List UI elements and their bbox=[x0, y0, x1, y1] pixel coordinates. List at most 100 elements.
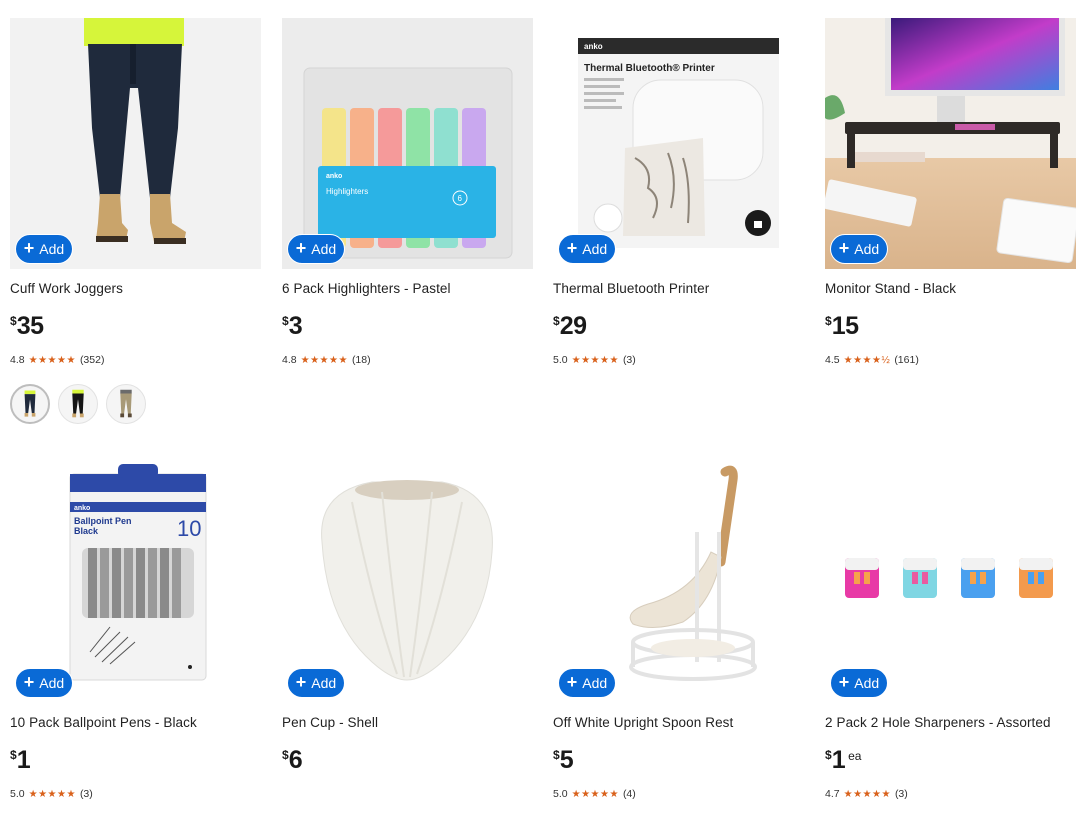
product-card[interactable]: anko Ballpoint Pen Black 10 + Add 10 Pac… bbox=[10, 452, 261, 800]
product-title[interactable]: Thermal Bluetooth Printer bbox=[553, 281, 709, 296]
swatch-black[interactable] bbox=[58, 384, 98, 424]
plus-icon: + bbox=[295, 672, 307, 692]
add-to-cart-button[interactable]: + Add bbox=[287, 668, 345, 698]
pen-cup-shell-image bbox=[282, 452, 533, 703]
product-image[interactable]: + Add bbox=[825, 18, 1076, 269]
plus-icon: + bbox=[23, 238, 35, 258]
price-amount: 1 bbox=[16, 746, 31, 774]
product-title[interactable]: Monitor Stand - Black bbox=[825, 281, 956, 296]
swatch-khaki[interactable] bbox=[106, 384, 146, 424]
review-count: (4) bbox=[622, 788, 636, 800]
package-label-2: Black bbox=[74, 526, 99, 536]
add-to-cart-button[interactable]: + Add bbox=[15, 234, 73, 264]
product-rating[interactable]: 4.8 ★★★★★ (18) bbox=[282, 354, 371, 366]
package-label-1: Ballpoint Pen bbox=[74, 516, 132, 526]
product-card[interactable]: + Add Cuff Work Joggers $ 35 4.8 ★★★★★ (… bbox=[10, 18, 261, 424]
product-rating[interactable]: 5.0 ★★★★★ (3) bbox=[553, 354, 636, 366]
product-price: $ 15 bbox=[825, 312, 859, 341]
plus-icon: + bbox=[566, 672, 578, 692]
product-image[interactable]: anko Highlighters 6 + Add bbox=[282, 18, 533, 269]
joggers-image bbox=[10, 18, 261, 269]
add-button-label: Add bbox=[854, 241, 880, 257]
currency-symbol: $ bbox=[10, 314, 17, 328]
add-button-label: Add bbox=[582, 241, 608, 257]
product-rating[interactable]: 4.5 ★★★★½ (161) bbox=[825, 354, 919, 366]
star-rating-icon: ★★★★½ bbox=[843, 354, 891, 366]
package-brand: anko bbox=[74, 505, 90, 512]
review-count: (161) bbox=[894, 354, 919, 366]
product-title[interactable]: Off White Upright Spoon Rest bbox=[553, 715, 733, 730]
swatch-navy[interactable] bbox=[10, 384, 50, 424]
star-rating-icon: ★★★★★ bbox=[571, 788, 619, 800]
product-rating[interactable]: 5.0 ★★★★★ (3) bbox=[10, 788, 93, 800]
rating-value: 4.5 bbox=[825, 354, 840, 366]
rating-value: 5.0 bbox=[10, 788, 25, 800]
product-title[interactable]: 6 Pack Highlighters - Pastel bbox=[282, 281, 451, 296]
product-card[interactable]: + Add Monitor Stand - Black $ 15 4.5 ★★★… bbox=[825, 18, 1076, 366]
product-image[interactable]: anko Ballpoint Pen Black 10 + Add bbox=[10, 452, 261, 703]
product-title[interactable]: Pen Cup - Shell bbox=[282, 715, 378, 730]
price-unit: ea bbox=[848, 749, 862, 763]
product-image[interactable]: + Add bbox=[553, 452, 804, 703]
product-image[interactable]: anko Thermal Bluetooth® Printer + Add bbox=[553, 18, 804, 269]
joggers-navy-thumb bbox=[24, 390, 36, 417]
package-count: 6 bbox=[458, 194, 463, 203]
review-count: (3) bbox=[622, 354, 636, 366]
rating-value: 4.8 bbox=[282, 354, 297, 366]
product-rating[interactable]: 5.0 ★★★★★ (4) bbox=[553, 788, 636, 800]
review-count: (18) bbox=[351, 354, 371, 366]
star-rating-icon: ★★★★★ bbox=[571, 354, 619, 366]
product-title[interactable]: 2 Pack 2 Hole Sharpeners - Assorted bbox=[825, 715, 1051, 730]
product-price: $ 35 bbox=[10, 312, 44, 341]
currency-symbol: $ bbox=[553, 748, 560, 762]
product-title[interactable]: 10 Pack Ballpoint Pens - Black bbox=[10, 715, 197, 730]
price-amount: 29 bbox=[559, 312, 587, 340]
plus-icon: + bbox=[566, 238, 578, 258]
product-image[interactable]: + Add bbox=[825, 452, 1076, 703]
product-rating[interactable]: 4.7 ★★★★★ (3) bbox=[825, 788, 908, 800]
add-button-label: Add bbox=[311, 675, 337, 691]
star-rating-icon: ★★★★★ bbox=[300, 354, 348, 366]
currency-symbol: $ bbox=[10, 748, 17, 762]
add-to-cart-button[interactable]: + Add bbox=[287, 234, 345, 264]
product-rating[interactable]: 4.8 ★★★★★ (352) bbox=[10, 354, 104, 366]
add-button-label: Add bbox=[39, 241, 65, 257]
package-brand: anko bbox=[326, 173, 342, 180]
add-to-cart-button[interactable]: + Add bbox=[830, 668, 888, 698]
star-rating-icon: ★★★★★ bbox=[28, 788, 76, 800]
product-card[interactable]: + Add Pen Cup - Shell $ 6 bbox=[282, 452, 533, 774]
rating-value: 5.0 bbox=[553, 788, 568, 800]
printer-image: anko Thermal Bluetooth® Printer bbox=[553, 18, 804, 269]
product-card[interactable]: anko Thermal Bluetooth® Printer + Add Th… bbox=[553, 18, 804, 366]
add-to-cart-button[interactable]: + Add bbox=[15, 668, 73, 698]
product-price: $ 29 bbox=[553, 312, 587, 341]
product-grid: + Add Cuff Work Joggers $ 35 4.8 ★★★★★ (… bbox=[0, 0, 1080, 818]
add-button-label: Add bbox=[854, 675, 880, 691]
currency-symbol: $ bbox=[825, 314, 832, 328]
product-card[interactable]: + Add Off White Upright Spoon Rest $ 5 5… bbox=[553, 452, 804, 800]
ballpoint-pens-image: anko Ballpoint Pen Black 10 bbox=[10, 452, 261, 703]
product-card[interactable]: anko Highlighters 6 + Add 6 Pack Highlig… bbox=[282, 18, 533, 366]
product-image[interactable]: + Add bbox=[10, 18, 261, 269]
product-price: $ 5 bbox=[553, 746, 574, 775]
rating-value: 4.8 bbox=[10, 354, 25, 366]
plus-icon: + bbox=[838, 238, 850, 258]
product-card[interactable]: + Add 2 Pack 2 Hole Sharpeners - Assorte… bbox=[825, 452, 1076, 800]
add-to-cart-button[interactable]: + Add bbox=[830, 234, 888, 264]
currency-symbol: $ bbox=[553, 314, 560, 328]
product-price: $ 3 bbox=[282, 312, 303, 341]
product-image[interactable]: + Add bbox=[282, 452, 533, 703]
currency-symbol: $ bbox=[282, 748, 289, 762]
highlighters-image: anko Highlighters 6 bbox=[282, 18, 533, 269]
add-button-label: Add bbox=[39, 675, 65, 691]
joggers-khaki-thumb bbox=[120, 389, 132, 418]
package-label: Highlighters bbox=[326, 187, 368, 196]
add-to-cart-button[interactable]: + Add bbox=[558, 668, 616, 698]
product-price: $ 1 bbox=[10, 746, 31, 775]
product-title[interactable]: Cuff Work Joggers bbox=[10, 281, 123, 296]
package-count: 10 bbox=[177, 516, 201, 541]
add-to-cart-button[interactable]: + Add bbox=[558, 234, 616, 264]
currency-symbol: $ bbox=[825, 748, 832, 762]
price-amount: 1 bbox=[831, 746, 846, 774]
add-button-label: Add bbox=[582, 675, 608, 691]
